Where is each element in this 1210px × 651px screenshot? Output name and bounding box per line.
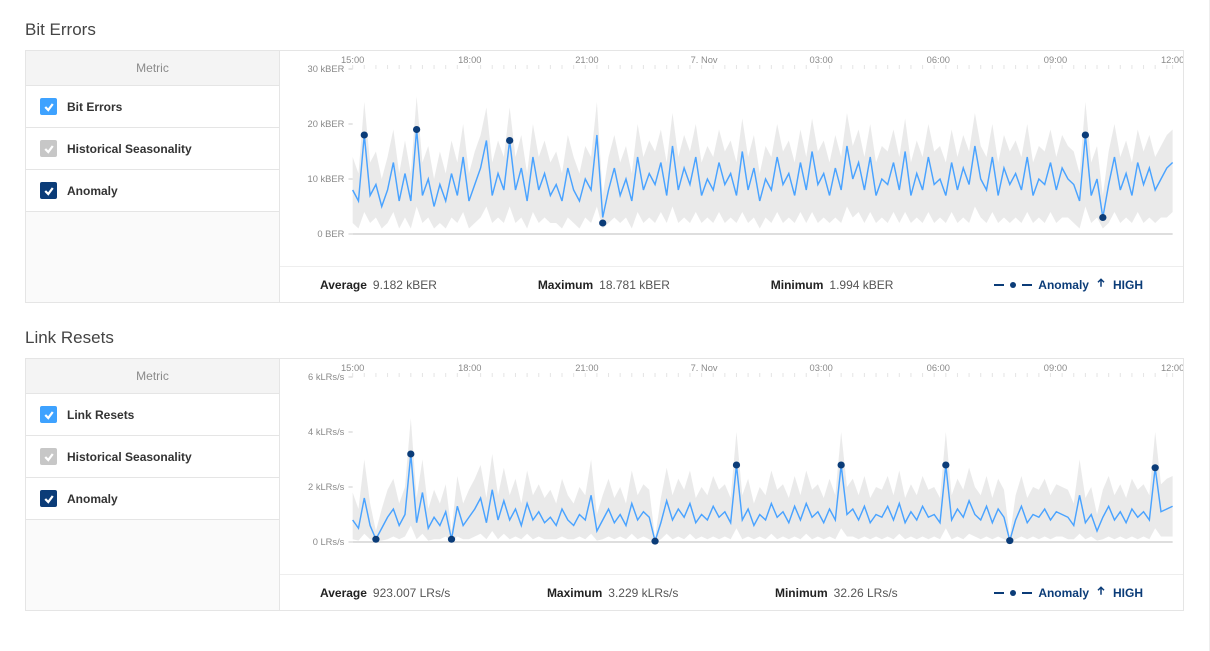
checkbox-icon[interactable] [40,140,57,157]
stat-minimum: Minimum32.26 LRs/s [775,586,898,600]
panel-link-resets: Link Resets Metric Link Resets Historical S… [25,328,1184,611]
svg-text:10 kBER: 10 kBER [308,174,345,184]
checkbox-icon[interactable] [40,406,57,423]
svg-text:18:00: 18:00 [458,363,481,373]
svg-text:0 LRs/s: 0 LRs/s [313,537,345,547]
legend: Metric Link Resets Historical Seasonality A… [25,358,280,611]
svg-text:12:00: 12:00 [1161,55,1183,65]
svg-text:15:00: 15:00 [341,55,364,65]
svg-text:03:00: 03:00 [810,363,833,373]
svg-text:21:00: 21:00 [575,55,598,65]
legend-label: Bit Errors [67,101,122,113]
legend-label: Link Resets [67,409,134,421]
anomaly-indicator: AnomalyHIGH [994,585,1143,600]
seasonality-band [353,418,1173,542]
legend-row[interactable]: Bit Errors [26,86,279,128]
stats-bar: Average9.182 kBER Maximum18.781 kBER Minim… [280,266,1183,302]
anomaly-line-icon [994,284,1004,286]
chart: 0 BER 10 kBER 20 kBER 30 kBER15:00 18:00 21:0… [280,51,1183,256]
anomaly-line-icon [994,592,1004,594]
seasonality-band [353,97,1173,229]
svg-text:12:00: 12:00 [1161,363,1183,373]
svg-text:7. Nov: 7. Nov [691,55,718,65]
arrow-up-icon [1095,277,1107,292]
panel-bit-errors: Bit Errors Metric Bit Errors Historical Sea… [25,20,1184,303]
anomaly-point [1152,464,1159,471]
svg-text:06:00: 06:00 [927,363,950,373]
svg-text:18:00: 18:00 [458,55,481,65]
anomaly-point [733,462,740,469]
anomaly-line-icon [1022,284,1032,286]
anomaly-point [942,462,949,469]
chart-wrap: 0 LRs/s 2 kLRs/s 4 kLRs/s 6 kLRs/s15:00 18:0… [280,358,1184,611]
svg-text:15:00: 15:00 [341,363,364,373]
anomaly-dot-icon [1010,590,1016,596]
checkbox-icon[interactable] [40,490,57,507]
chart-wrap: 0 BER 10 kBER 20 kBER 30 kBER15:00 18:00 21:0… [280,50,1184,303]
stat-minimum: Minimum1.994 kBER [771,278,894,292]
anomaly-point [599,220,606,227]
anomaly-line-icon [1022,592,1032,594]
svg-text:7. Nov: 7. Nov [691,363,718,373]
legend-label: Historical Seasonality [67,143,192,155]
svg-text:30 kBER: 30 kBER [308,64,345,74]
arrow-up-icon [1095,585,1107,600]
stats-bar: Average923.007 LRs/s Maximum3.229 kLRs/s M… [280,574,1183,610]
legend-row[interactable]: Anomaly [26,478,279,520]
legend-label: Historical Seasonality [67,451,192,463]
checkbox-icon[interactable] [40,182,57,199]
legend-row[interactable]: Historical Seasonality [26,436,279,478]
legend-row[interactable]: Link Resets [26,394,279,436]
anomaly-indicator: AnomalyHIGH [994,277,1143,292]
anomaly-point [448,536,455,543]
anomaly-point [372,536,379,543]
checkbox-icon[interactable] [40,98,57,115]
stat-maximum: Maximum3.229 kLRs/s [547,586,678,600]
anomaly-point [1099,214,1106,221]
legend-label: Anomaly [67,493,118,505]
panel-title: Link Resets [25,328,1184,348]
anomaly-point [413,126,420,133]
anomaly-point [361,132,368,139]
stat-maximum: Maximum18.781 kBER [538,278,670,292]
anomaly-point [838,462,845,469]
legend-label: Anomaly [67,185,118,197]
anomaly-point [1082,132,1089,139]
svg-text:09:00: 09:00 [1044,55,1067,65]
anomaly-point [651,538,658,545]
legend-header: Metric [26,51,279,86]
svg-text:20 kBER: 20 kBER [308,119,345,129]
svg-text:6 kLRs/s: 6 kLRs/s [308,372,345,382]
anomaly-dot-icon [1010,282,1016,288]
anomaly-point [506,137,513,144]
svg-text:06:00: 06:00 [927,55,950,65]
chart: 0 LRs/s 2 kLRs/s 4 kLRs/s 6 kLRs/s15:00 18:0… [280,359,1183,564]
svg-text:0 BER: 0 BER [317,229,344,239]
checkbox-icon[interactable] [40,448,57,465]
stat-average: Average923.007 LRs/s [320,586,450,600]
legend: Metric Bit Errors Historical Seasonality An… [25,50,280,303]
svg-text:09:00: 09:00 [1044,363,1067,373]
svg-text:4 kLRs/s: 4 kLRs/s [308,427,345,437]
legend-row[interactable]: Historical Seasonality [26,128,279,170]
svg-text:03:00: 03:00 [810,55,833,65]
stat-average: Average9.182 kBER [320,278,437,292]
anomaly-point [407,451,414,458]
legend-header: Metric [26,359,279,394]
svg-text:21:00: 21:00 [575,363,598,373]
panel-title: Bit Errors [25,20,1184,40]
svg-text:2 kLRs/s: 2 kLRs/s [308,482,345,492]
legend-row[interactable]: Anomaly [26,170,279,212]
anomaly-point [1006,537,1013,544]
